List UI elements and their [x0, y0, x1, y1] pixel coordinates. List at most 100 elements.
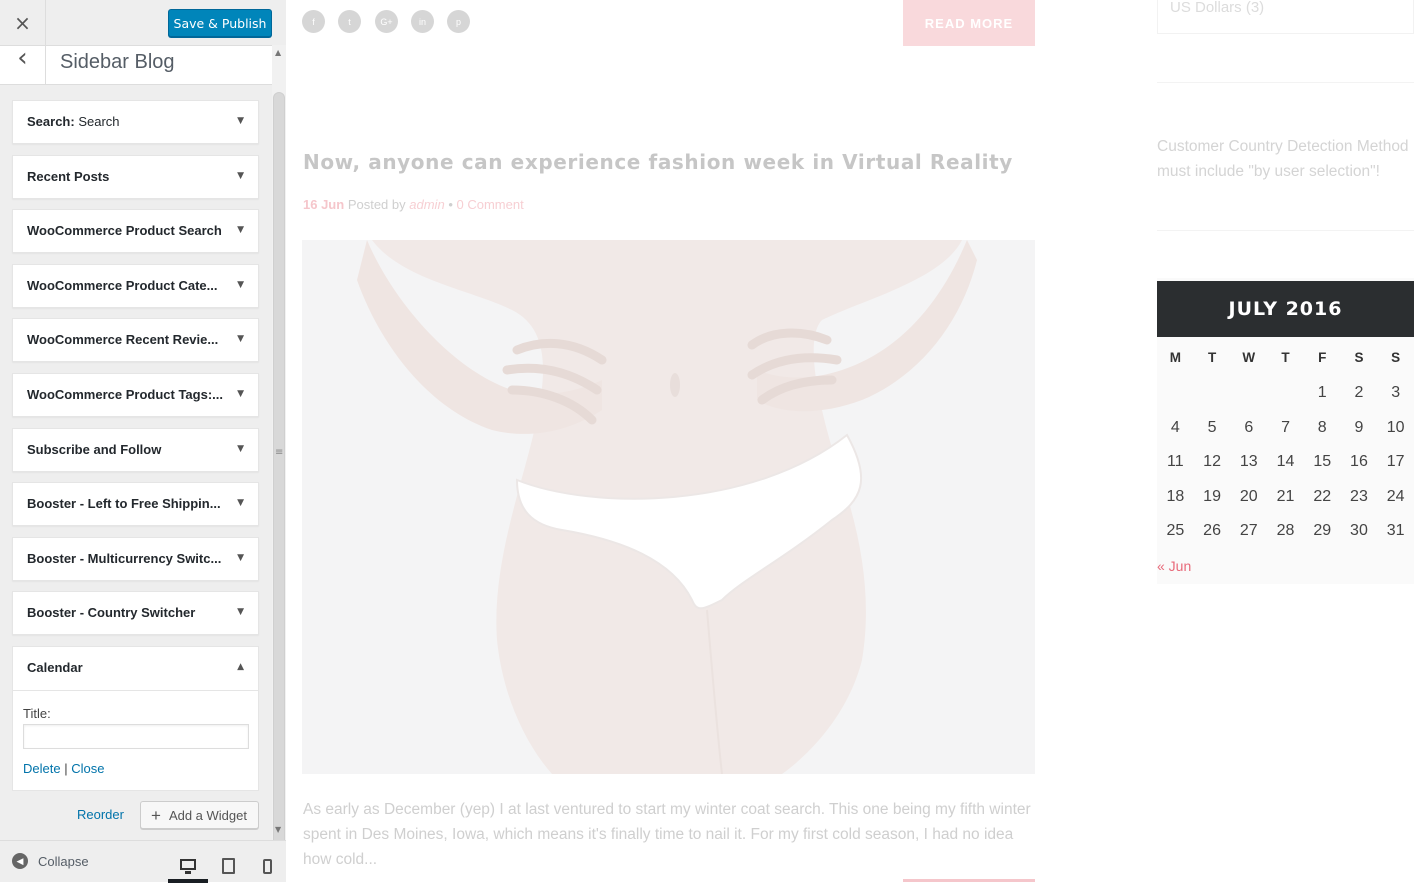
widget-search[interactable]: Search: Search ▼ — [12, 100, 259, 144]
widget-title: WooCommerce Product Cate... — [27, 277, 218, 293]
pinterest-icon[interactable]: p — [447, 10, 470, 33]
tablet-icon — [221, 858, 235, 874]
scroll-up-icon[interactable]: ▲ — [275, 48, 281, 57]
post-author-link[interactable]: admin — [409, 197, 444, 212]
post-title[interactable]: Now, anyone can experience fashion week … — [303, 150, 1013, 174]
calendar-day — [1230, 384, 1267, 419]
read-more-button[interactable]: READ MORE — [903, 0, 1035, 46]
calendar-day — [1157, 384, 1194, 419]
calendar-widget: JULY 2016 M T W T F S S 1 2 3 4 5 6 7 8 … — [1157, 278, 1414, 584]
linkedin-icon[interactable]: in — [411, 10, 434, 33]
calendar-week-row: 1 2 3 — [1157, 384, 1414, 419]
device-desktop-button[interactable] — [168, 849, 208, 883]
post-featured-image[interactable] — [302, 240, 1035, 774]
widget-woocommerce-product-tags[interactable]: WooCommerce Product Tags:... ▼ — [12, 373, 259, 417]
calendar-day: 22 — [1313, 487, 1332, 505]
currency-select-value: US Dollars (3) — [1170, 0, 1265, 16]
calendar-grid: M T W T F S S 1 2 3 4 5 6 7 8 9 10 11 12… — [1157, 350, 1414, 557]
weekday-label: M — [1169, 350, 1181, 365]
caret-down-icon[interactable]: ▼ — [237, 607, 244, 617]
calendar-day: 2 — [1354, 384, 1364, 401]
widget-title: Booster - Country Switcher — [27, 605, 196, 621]
section-header: ‹ Sidebar Blog — [0, 45, 272, 85]
calendar-day: 15 — [1313, 453, 1332, 470]
widget-title: Subscribe and Follow — [27, 441, 162, 457]
weekday-label: S — [1354, 350, 1364, 365]
widget-title: Search: — [27, 114, 75, 129]
scroll-thumb[interactable] — [273, 92, 285, 865]
mobile-icon — [262, 858, 272, 874]
widget-title: WooCommerce Recent Revie... — [27, 332, 219, 348]
calendar-day: 21 — [1276, 487, 1295, 505]
widget-woocommerce-product-search[interactable]: WooCommerce Product Search ▼ — [12, 209, 259, 254]
calendar-prev-month-link[interactable]: « Jun — [1157, 558, 1191, 574]
widget-title: WooCommerce Product Search — [27, 223, 222, 239]
weekday-label: W — [1242, 350, 1256, 365]
device-mobile-button[interactable] — [247, 849, 287, 883]
currency-select-box[interactable]: US Dollars (3) — [1157, 0, 1414, 34]
calendar-week-row: 25 26 27 28 29 30 31 — [1157, 522, 1414, 557]
caret-down-icon[interactable]: ▼ — [237, 171, 244, 181]
weekday-label: S — [1391, 350, 1401, 365]
calendar-day: 25 — [1166, 522, 1185, 539]
customizer-footer: ◀ Collapse — [0, 840, 287, 883]
save-publish-button[interactable]: Save & Publish — [168, 9, 272, 37]
twitter-icon[interactable]: t — [338, 10, 361, 33]
collapse-button[interactable]: ◀ Collapse — [12, 853, 89, 869]
caret-down-icon[interactable]: ▼ — [237, 225, 244, 235]
reorder-link[interactable]: Reorder — [77, 807, 124, 822]
back-button[interactable]: ‹ — [0, 45, 46, 85]
post-comments-link[interactable]: 0 Comment — [457, 197, 524, 212]
scroll-down-icon[interactable]: ▼ — [275, 825, 281, 834]
widget-booster-free-shipping[interactable]: Booster - Left to Free Shippin... ▼ — [12, 482, 259, 527]
caret-down-icon[interactable]: ▼ — [237, 498, 244, 508]
meta-bullet: • — [448, 197, 453, 212]
panel-scrollbar[interactable]: ▲ ≡ ▼ — [272, 45, 286, 865]
widget-subscribe-follow[interactable]: Subscribe and Follow ▼ — [12, 427, 259, 472]
plus-icon: + — [151, 805, 161, 825]
widget-woocommerce-product-categories[interactable]: WooCommerce Product Cate... ▼ — [12, 263, 259, 308]
facebook-icon[interactable]: f — [302, 10, 325, 33]
close-icon: × — [14, 10, 31, 35]
add-widget-button[interactable]: + Add a Widget — [140, 801, 259, 829]
caret-down-icon[interactable]: ▼ — [237, 553, 244, 563]
calendar-week-row: 18 19 20 21 22 23 24 — [1157, 488, 1414, 523]
widget-booster-country-switcher[interactable]: Booster - Country Switcher ▼ — [12, 591, 259, 636]
calendar-day: 6 — [1244, 418, 1254, 436]
caret-down-icon[interactable]: ▼ — [237, 444, 244, 454]
caret-down-icon[interactable]: ▼ — [237, 389, 244, 399]
widget-subtitle: Search — [74, 114, 120, 129]
caret-up-icon[interactable]: ▲ — [237, 662, 244, 672]
weekday-label: T — [1281, 350, 1290, 365]
model-illustration — [302, 240, 1035, 774]
section-title: Sidebar Blog — [60, 51, 175, 73]
widget-calendar-header[interactable]: Calendar ▲ — [13, 647, 258, 691]
caret-down-icon[interactable]: ▼ — [237, 334, 244, 344]
weekday-label: T — [1207, 350, 1217, 365]
caret-down-icon[interactable]: ▼ — [237, 280, 244, 290]
delete-widget-link[interactable]: Delete — [23, 761, 61, 776]
calendar-day: 4 — [1170, 418, 1180, 436]
calendar-day — [1194, 384, 1231, 419]
widget-title: Calendar — [27, 660, 83, 675]
calendar-day: 9 — [1354, 418, 1364, 436]
calendar-day: 7 — [1281, 418, 1290, 436]
device-tablet-button[interactable] — [208, 849, 248, 883]
title-field[interactable] — [23, 724, 249, 749]
close-customizer-button[interactable]: × — [0, 0, 46, 45]
calendar-day — [1267, 384, 1304, 419]
widget-booster-multicurrency[interactable]: Booster - Multicurrency Switc... ▼ — [12, 536, 259, 581]
widget-title: Booster - Multicurrency Switc... — [27, 550, 222, 566]
caret-down-icon[interactable]: ▼ — [237, 116, 244, 126]
calendar-day: 14 — [1276, 453, 1295, 470]
calendar-day: 27 — [1239, 522, 1258, 539]
widget-woocommerce-recent-reviews[interactable]: WooCommerce Recent Revie... ▼ — [12, 318, 259, 363]
sidebar-divider — [1157, 230, 1414, 231]
calendar-day: 24 — [1386, 487, 1405, 505]
google-plus-icon[interactable]: G+ — [375, 10, 398, 33]
calendar-day: 16 — [1350, 453, 1368, 470]
weekday-label: F — [1318, 350, 1327, 365]
close-widget-link[interactable]: Close — [71, 761, 104, 776]
calendar-week-row: 11 12 13 14 15 16 17 — [1157, 453, 1414, 488]
widget-recent-posts[interactable]: Recent Posts ▼ — [12, 154, 259, 199]
